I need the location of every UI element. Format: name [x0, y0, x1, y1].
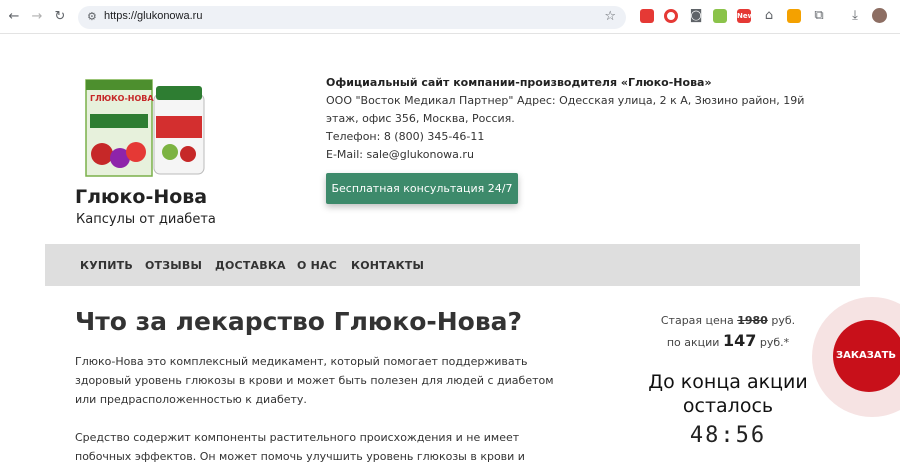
old-price-suffix: руб. — [771, 314, 796, 327]
extension-qr-icon[interactable] — [713, 9, 727, 23]
browser-toolbar: ← → ↻ ⚙ https://glukonowa.ru ☆ ◙ New ⌂ ⧉… — [0, 0, 900, 34]
extension-pokeball-icon[interactable] — [664, 9, 678, 23]
page-heading: Что за лекарство Глюко-Нова? — [75, 307, 523, 336]
company-address: ООО "Восток Медикал Партнер" Адрес: Одес… — [326, 94, 805, 125]
url-text[interactable]: https://glukonowa.ru — [104, 10, 202, 22]
main-nav: КУПИТЬ ОТЗЫВЫ ДОСТАВКА О НАС КОНТАКТЫ — [45, 244, 860, 286]
company-info: Официальный сайт компании-производителя … — [326, 74, 826, 164]
camera-icon[interactable]: ◙ — [688, 8, 704, 23]
bookmark-star-icon[interactable]: ☆ — [604, 9, 616, 24]
company-email: E-Mail: sale@glukonowa.ru — [326, 148, 474, 161]
nav-item-about[interactable]: О НАС — [297, 259, 337, 272]
old-price-value: 1980 — [737, 314, 768, 327]
company-phone: Телефон: 8 (800) 345-46-11 — [326, 130, 485, 143]
site-info-icon[interactable]: ⚙ — [87, 10, 97, 23]
reload-icon[interactable]: ↻ — [52, 9, 68, 25]
promo-price-value: 147 — [722, 331, 757, 350]
extension-badge: New — [737, 12, 755, 20]
forward-icon[interactable]: → — [29, 9, 45, 25]
order-button[interactable]: ЗАКАЗАТЬ — [833, 320, 900, 392]
product-pack-icon — [85, 79, 205, 177]
product-pack-label: ГЛЮКО-НОВА — [90, 94, 154, 103]
promo-price-prefix: по акции — [666, 336, 720, 349]
back-icon[interactable]: ← — [6, 9, 22, 25]
countdown-label: До конца акции осталось — [648, 371, 808, 417]
extensions-puzzle-icon[interactable]: ⧉ — [811, 8, 827, 23]
nav-item-contacts[interactable]: КОНТАКТЫ — [351, 259, 424, 272]
old-price-line: Старая цена 1980 руб. — [638, 314, 818, 327]
site-tagline: Капсулы от диабета — [76, 212, 216, 227]
site-logo-title[interactable]: Глюко-Нова — [75, 186, 207, 208]
profile-avatar-icon[interactable] — [872, 8, 887, 23]
bank-icon[interactable]: ⌂ — [761, 8, 777, 23]
intro-paragraph: Глюко-Нова это комплексный медикамент, к… — [75, 355, 554, 406]
consultation-button[interactable]: Бесплатная консультация 24/7 — [326, 173, 518, 204]
nav-item-buy[interactable]: КУПИТЬ — [80, 259, 133, 272]
extension-record-icon[interactable] — [640, 9, 654, 23]
product-image: ГЛЮКО-НОВА — [84, 74, 212, 178]
company-title: Официальный сайт компании-производителя … — [326, 76, 712, 89]
composition-paragraph: Средство содержит компоненты растительно… — [75, 431, 525, 472]
countdown-timer: 48:56 — [689, 423, 767, 448]
address-bar[interactable]: ⚙ https://glukonowa.ru ☆ — [78, 6, 626, 29]
nav-item-reviews[interactable]: ОТЗЫВЫ — [145, 259, 202, 272]
promo-price-line: по акции 147 руб.* — [638, 331, 818, 350]
extension-yellow-icon[interactable] — [787, 9, 801, 23]
download-icon[interactable]: ⤓ — [847, 8, 863, 23]
nav-item-delivery[interactable]: ДОСТАВКА — [215, 259, 286, 272]
promo-price-suffix: руб.* — [759, 336, 790, 349]
extension-new-icon[interactable]: New — [737, 9, 755, 23]
old-price-prefix: Старая цена — [660, 314, 734, 327]
